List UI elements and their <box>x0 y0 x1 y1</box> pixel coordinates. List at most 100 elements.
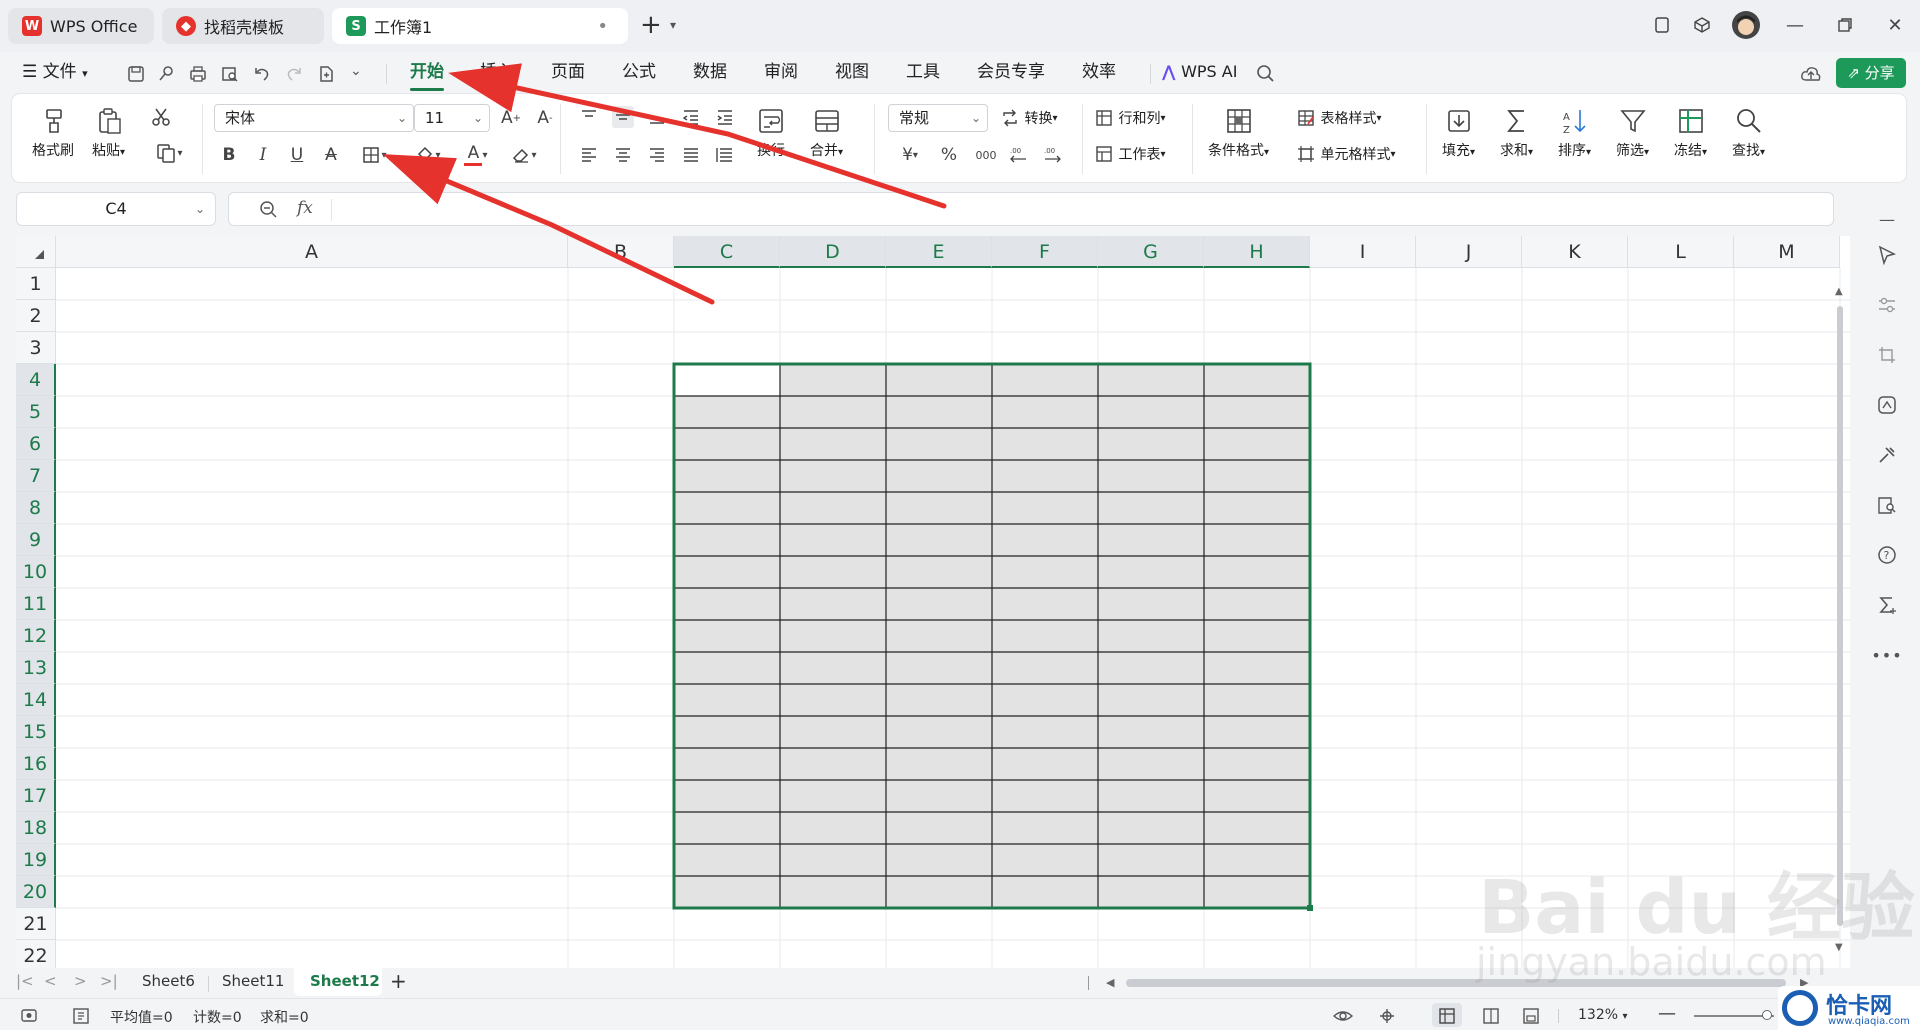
italic-button[interactable]: I <box>252 144 274 166</box>
quick-access-chevron-icon[interactable]: ⌄ <box>350 63 370 83</box>
scroll-down-icon[interactable]: ▼ <box>1835 942 1843 953</box>
zoom-out-button[interactable]: — <box>1658 1003 1676 1024</box>
crop-icon[interactable] <box>1874 342 1900 368</box>
sliders-icon[interactable] <box>1874 292 1900 318</box>
search-icon[interactable] <box>1256 64 1276 84</box>
formula-bar[interactable]: fx <box>228 192 1834 226</box>
menu-member[interactable]: 会员专享 <box>977 52 1045 94</box>
menu-view[interactable]: 视图 <box>835 52 869 94</box>
font-size-combo[interactable]: 11 ⌄ <box>414 104 490 132</box>
sort-button[interactable]: AZ 排序▾ <box>1558 106 1591 160</box>
worksheet-button[interactable]: 工作表 ▾ <box>1094 144 1165 164</box>
increase-decimal-icon[interactable]: .00 <box>1008 144 1030 166</box>
conditional-format-button[interactable]: 条件格式▾ <box>1208 106 1269 160</box>
fx-icon[interactable]: fx <box>297 198 313 218</box>
name-box[interactable]: C4 ⌄ <box>16 192 216 226</box>
cut-icon[interactable] <box>150 106 172 128</box>
distributed-align-icon[interactable] <box>714 144 736 166</box>
vertical-scroll-thumb[interactable] <box>1837 306 1843 926</box>
menu-data[interactable]: 数据 <box>693 52 727 94</box>
sheet-tab-sheet6[interactable]: Sheet6 <box>142 972 195 990</box>
align-bottom-icon[interactable] <box>646 106 668 128</box>
eye-protection-icon[interactable] <box>1332 1007 1354 1025</box>
format-painter-button[interactable]: 格式刷 <box>32 106 74 160</box>
help-icon[interactable]: ? <box>1874 542 1900 568</box>
view-options-icon[interactable]: ▾ <box>1376 1007 1398 1030</box>
scroll-up-icon[interactable]: ▲ <box>1835 286 1843 297</box>
wps-ai-button[interactable]: ⋀ WPS AI <box>1162 52 1237 94</box>
minimize-icon[interactable]: — <box>1784 14 1806 36</box>
close-icon[interactable]: ✕ <box>1884 14 1906 36</box>
window-layout-icon[interactable] <box>1651 14 1673 36</box>
sheet-tab-sheet11[interactable]: Sheet11 <box>222 972 284 990</box>
more-icon[interactable]: ••• <box>1871 642 1901 668</box>
tools-icon[interactable] <box>1874 442 1900 468</box>
sum-button[interactable]: 求和▾ <box>1500 106 1533 160</box>
increase-indent-icon[interactable] <box>714 106 736 128</box>
cube-icon[interactable] <box>1691 14 1713 36</box>
strikethrough-icon[interactable]: A <box>320 144 342 166</box>
menu-review[interactable]: 审阅 <box>764 52 798 94</box>
last-sheet-icon[interactable]: >| <box>100 972 118 990</box>
tab-workbook1[interactable]: S 工作簿1 • <box>332 8 628 44</box>
next-sheet-icon[interactable]: > <box>74 972 87 990</box>
add-sheet-button[interactable]: + <box>390 969 407 993</box>
image-edit-icon[interactable] <box>1874 392 1900 418</box>
collapse-sidebar-icon[interactable]: — <box>1874 206 1900 232</box>
currency-button[interactable]: ¥ ▾ <box>892 144 928 166</box>
chevron-down-icon[interactable]: ⌄ <box>195 193 205 225</box>
merge-cells-button[interactable]: 合并▾ <box>810 106 843 160</box>
new-tab-button[interactable]: + <box>640 12 662 38</box>
page-layout-view-icon[interactable] <box>1482 1007 1500 1025</box>
align-top-icon[interactable] <box>578 106 600 128</box>
undo-icon[interactable] <box>252 64 272 84</box>
maximize-icon[interactable] <box>1834 14 1856 36</box>
fill-button[interactable]: 填充▾ <box>1442 106 1475 160</box>
zoom-level[interactable]: 132% ▾ <box>1578 1007 1628 1023</box>
bold-button[interactable]: B <box>218 144 240 166</box>
thousands-separator-button[interactable]: 000 <box>972 144 1000 166</box>
first-sheet-icon[interactable]: |< <box>16 972 34 990</box>
convert-button[interactable]: 转换 ▾ <box>1000 108 1057 128</box>
align-right-icon[interactable] <box>646 144 668 166</box>
wrap-text-button[interactable]: 换行 <box>756 106 786 160</box>
macro-record-icon[interactable] <box>20 1007 38 1025</box>
menu-page[interactable]: 页面 <box>551 52 585 94</box>
clear-format-button[interactable]: ▾ <box>506 144 542 166</box>
zoom-formula-icon[interactable] <box>259 200 279 220</box>
spreadsheet-grid[interactable]: ABCDEFGHIJKLM 1 2 3 4 5 6 7 8 9 10 11 12 13 14 15 16 17 1… <box>16 236 1850 968</box>
freeze-button[interactable]: 冻结▾ <box>1674 106 1707 160</box>
sum-function-icon[interactable] <box>1874 592 1900 618</box>
decrease-font-icon[interactable]: A- <box>534 107 556 129</box>
align-left-icon[interactable] <box>578 144 600 166</box>
font-color-button[interactable]: A ▾ <box>458 144 494 166</box>
font-name-combo[interactable]: 宋体 ⌄ <box>214 104 414 132</box>
vertical-scrollbar[interactable]: ▲ ▼ <box>1832 286 1848 966</box>
page-break-view-icon[interactable] <box>1522 1007 1540 1025</box>
paste-button[interactable]: 粘贴▾ <box>92 106 125 160</box>
share-button[interactable]: ⇗ 分享 <box>1836 58 1906 88</box>
cell-grid[interactable] <box>16 236 1850 968</box>
fill-handle[interactable] <box>1307 905 1313 911</box>
user-avatar[interactable] <box>1732 11 1760 39</box>
rows-columns-button[interactable]: 行和列 ▾ <box>1094 108 1165 128</box>
menu-formula[interactable]: 公式 <box>622 52 656 94</box>
formula-input[interactable] <box>335 193 1825 225</box>
book-search-icon[interactable] <box>1874 492 1900 518</box>
sheet-tab-sheet12[interactable]: Sheet12 <box>310 972 380 990</box>
filter-button[interactable]: 筛选▾ <box>1616 106 1649 160</box>
percent-button[interactable]: % <box>938 144 960 166</box>
tab-list-chevron-icon[interactable]: ▾ <box>670 18 676 32</box>
horizontal-scroll-thumb[interactable] <box>1126 979 1786 987</box>
cloud-upload-icon[interactable] <box>1800 64 1821 84</box>
border-button[interactable]: ▾ <box>356 144 392 166</box>
copy-button[interactable]: ▾ <box>152 142 186 164</box>
active-cell[interactable] <box>675 365 780 396</box>
file-menu[interactable]: ☰ 文件 ▾ <box>22 52 88 94</box>
scroll-split-handle[interactable] <box>1088 976 1089 990</box>
unsaved-dot-icon[interactable]: • <box>597 16 608 37</box>
justify-icon[interactable] <box>680 144 702 166</box>
pin-icon[interactable] <box>156 64 176 84</box>
underline-button[interactable]: U <box>286 144 308 166</box>
menu-insert[interactable]: 插入 <box>480 52 514 94</box>
